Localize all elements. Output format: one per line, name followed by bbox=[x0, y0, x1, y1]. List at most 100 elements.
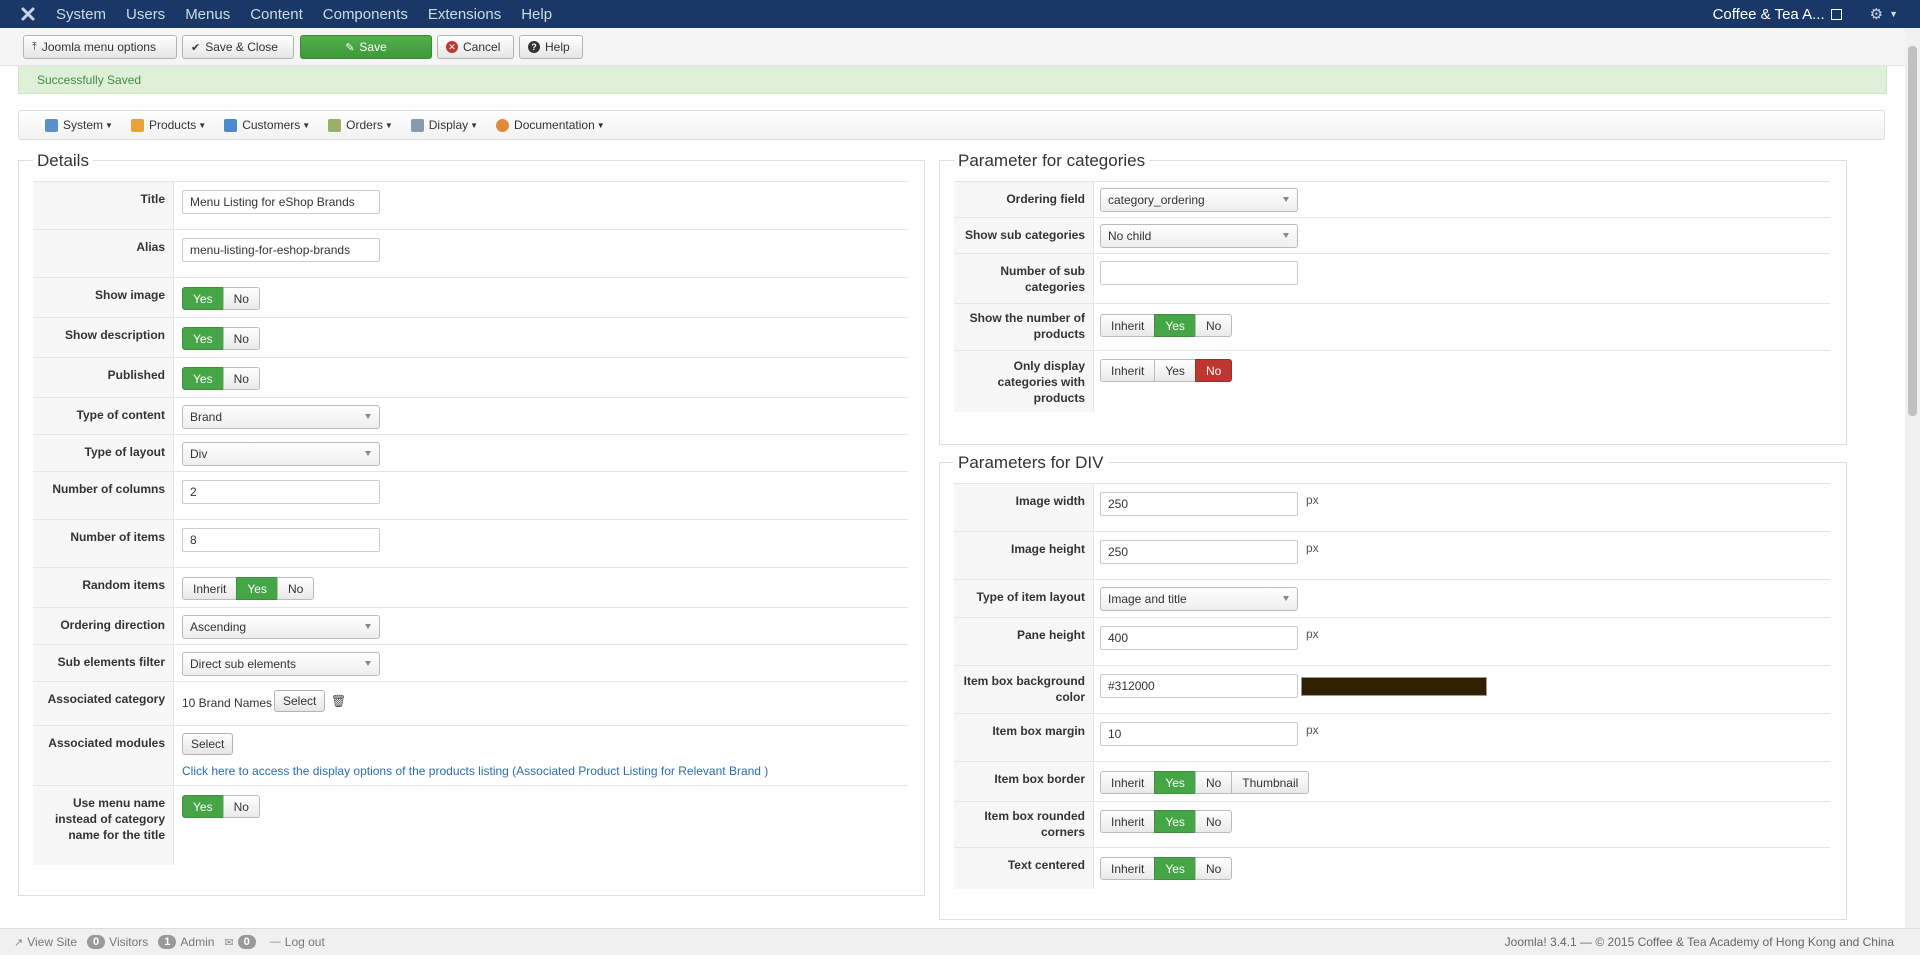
page-scrollbar[interactable] bbox=[1905, 28, 1920, 928]
bg-color-input[interactable]: #312000 bbox=[1100, 674, 1298, 698]
joomla-logo-icon[interactable] bbox=[14, 0, 42, 28]
use-menu-name-no[interactable]: No bbox=[222, 795, 260, 818]
title-input[interactable]: Menu Listing for eShop Brands bbox=[182, 190, 380, 214]
button-label: Select bbox=[283, 694, 317, 708]
nav-system[interactable]: System ▼ bbox=[45, 118, 113, 132]
show-num-products-no[interactable]: No bbox=[1194, 314, 1233, 337]
save-close-button[interactable]: ✔ Save & Close bbox=[182, 35, 294, 59]
only-display-no[interactable]: No bbox=[1194, 359, 1233, 382]
caret-icon: ▼ bbox=[470, 120, 479, 130]
messages-badge: 0 bbox=[237, 935, 256, 949]
show-description-yes[interactable]: Yes bbox=[182, 327, 224, 350]
view-site-link[interactable]: ↗ View Site bbox=[14, 935, 77, 949]
border-label: Item box border bbox=[954, 762, 1094, 801]
menu-content[interactable]: Content bbox=[250, 6, 303, 23]
trash-icon[interactable]: 🗑 bbox=[331, 694, 346, 708]
scrollbar-thumb[interactable] bbox=[1908, 46, 1917, 416]
alias-input[interactable]: menu-listing-for-eshop-brands bbox=[182, 238, 380, 262]
external-link-icon[interactable] bbox=[1830, 8, 1842, 20]
num-sub-input[interactable] bbox=[1100, 261, 1298, 285]
only-display-yes[interactable]: Yes bbox=[1154, 359, 1196, 382]
show-description-no[interactable]: No bbox=[222, 327, 260, 350]
border-inherit[interactable]: Inherit bbox=[1100, 771, 1156, 794]
item-layout-label: Type of item layout bbox=[954, 580, 1094, 617]
sub-elements-select[interactable]: Direct sub elements bbox=[182, 652, 380, 676]
random-items-yes[interactable]: Yes bbox=[236, 577, 278, 600]
random-items-inherit[interactable]: Inherit bbox=[182, 577, 238, 600]
assoc-category-select-button[interactable]: Select bbox=[274, 690, 326, 712]
type-layout-select[interactable]: Div bbox=[182, 442, 380, 466]
border-thumbnail[interactable]: Thumbnail bbox=[1231, 771, 1310, 794]
admin-label: Admin bbox=[180, 935, 215, 949]
image-width-input[interactable]: 250 bbox=[1100, 492, 1298, 516]
site-name-link[interactable]: Coffee & Tea A... bbox=[1713, 6, 1825, 23]
show-image-yes[interactable]: Yes bbox=[182, 287, 224, 310]
chevron-down-icon[interactable]: ▼ bbox=[1889, 9, 1898, 19]
logout-link[interactable]: — Log out bbox=[270, 935, 325, 949]
details-legend: Details bbox=[33, 151, 93, 171]
row-alias: Alias menu-listing-for-eshop-brands bbox=[33, 229, 908, 277]
cancel-button[interactable]: ✕ Cancel bbox=[437, 35, 514, 59]
rounded-inherit[interactable]: Inherit bbox=[1100, 810, 1156, 833]
save-button[interactable]: ✎ Save bbox=[300, 35, 432, 59]
nav-label: Customers bbox=[242, 118, 301, 132]
nav-products[interactable]: Products ▼ bbox=[130, 118, 206, 132]
envelope-icon: ✉ bbox=[224, 936, 234, 949]
published-no[interactable]: No bbox=[222, 367, 260, 390]
select-value: Direct sub elements bbox=[190, 657, 297, 671]
menu-extensions[interactable]: Extensions bbox=[428, 6, 501, 23]
text-centered-inherit[interactable]: Inherit bbox=[1100, 857, 1156, 880]
pane-height-input[interactable]: 400 bbox=[1100, 626, 1298, 650]
random-items-no[interactable]: No bbox=[276, 577, 315, 600]
assoc-modules-label: Associated modules bbox=[33, 726, 174, 785]
nav-orders[interactable]: Orders ▼ bbox=[328, 118, 393, 132]
menu-system[interactable]: System bbox=[56, 6, 106, 23]
row-sub-elements: Sub elements filter Direct sub elements bbox=[33, 644, 908, 681]
text-centered-no[interactable]: No bbox=[1194, 857, 1233, 880]
image-width-label: Image width bbox=[954, 484, 1094, 531]
only-display-inherit[interactable]: Inherit bbox=[1100, 359, 1156, 382]
num-items-input[interactable]: 8 bbox=[182, 528, 380, 552]
published-yes[interactable]: Yes bbox=[182, 367, 224, 390]
nav-customers[interactable]: Customers ▼ bbox=[224, 118, 310, 132]
products-icon bbox=[130, 118, 144, 132]
menu-components[interactable]: Components bbox=[323, 6, 408, 23]
type-content-select[interactable]: Brand bbox=[182, 405, 380, 429]
ordering-field-select[interactable]: category_ordering bbox=[1100, 188, 1298, 212]
image-height-input[interactable]: 250 bbox=[1100, 540, 1298, 564]
show-num-products-inherit[interactable]: Inherit bbox=[1100, 314, 1156, 337]
num-columns-input[interactable]: 2 bbox=[182, 480, 380, 504]
toolbar: ⤒ Joomla menu options ✔ Save & Close ✎ S… bbox=[0, 28, 1905, 66]
border-yes[interactable]: Yes bbox=[1154, 771, 1196, 794]
show-num-products-yes[interactable]: Yes bbox=[1154, 314, 1196, 337]
border-no[interactable]: No bbox=[1194, 771, 1233, 794]
row-num-columns: Number of columns 2 bbox=[33, 471, 908, 519]
messages-status[interactable]: ✉ 0 bbox=[224, 935, 259, 949]
use-menu-name-yes[interactable]: Yes bbox=[182, 795, 224, 818]
show-image-no[interactable]: No bbox=[222, 287, 260, 310]
row-assoc-category: Associated category 10 Brand Names Selec… bbox=[33, 681, 908, 725]
margin-input[interactable]: 10 bbox=[1100, 722, 1298, 746]
nav-documentation[interactable]: Documentation ▼ bbox=[496, 118, 605, 132]
help-button[interactable]: ? Help bbox=[519, 35, 583, 59]
ordering-direction-select[interactable]: Ascending bbox=[182, 615, 380, 639]
menu-users[interactable]: Users bbox=[126, 6, 165, 23]
rounded-label: Item box rounded corners bbox=[954, 802, 1094, 847]
assoc-modules-select-button[interactable]: Select bbox=[182, 733, 234, 755]
nav-display[interactable]: Display ▼ bbox=[410, 118, 479, 132]
component-nav: System ▼ Products ▼ Customers ▼ Orders ▼ Dis… bbox=[18, 110, 1885, 140]
text-centered-yes[interactable]: Yes bbox=[1154, 857, 1196, 880]
rounded-no[interactable]: No bbox=[1194, 810, 1233, 833]
admin-badge: 1 bbox=[158, 935, 177, 949]
item-layout-select[interactable]: Image and title bbox=[1100, 587, 1298, 611]
color-swatch[interactable] bbox=[1301, 677, 1487, 696]
display-options-link[interactable]: Click here to access the display options… bbox=[182, 764, 768, 778]
show-sub-select[interactable]: No child bbox=[1100, 224, 1298, 248]
rounded-yes[interactable]: Yes bbox=[1154, 810, 1196, 833]
image-height-unit: px bbox=[1306, 541, 1319, 555]
menu-menus[interactable]: Menus bbox=[185, 6, 230, 23]
menu-help[interactable]: Help bbox=[521, 6, 552, 23]
gear-icon[interactable]: ⚙ bbox=[1870, 5, 1883, 23]
joomla-menu-options-button[interactable]: ⤒ Joomla menu options bbox=[23, 35, 177, 59]
button-label: Save & Close bbox=[205, 40, 278, 54]
